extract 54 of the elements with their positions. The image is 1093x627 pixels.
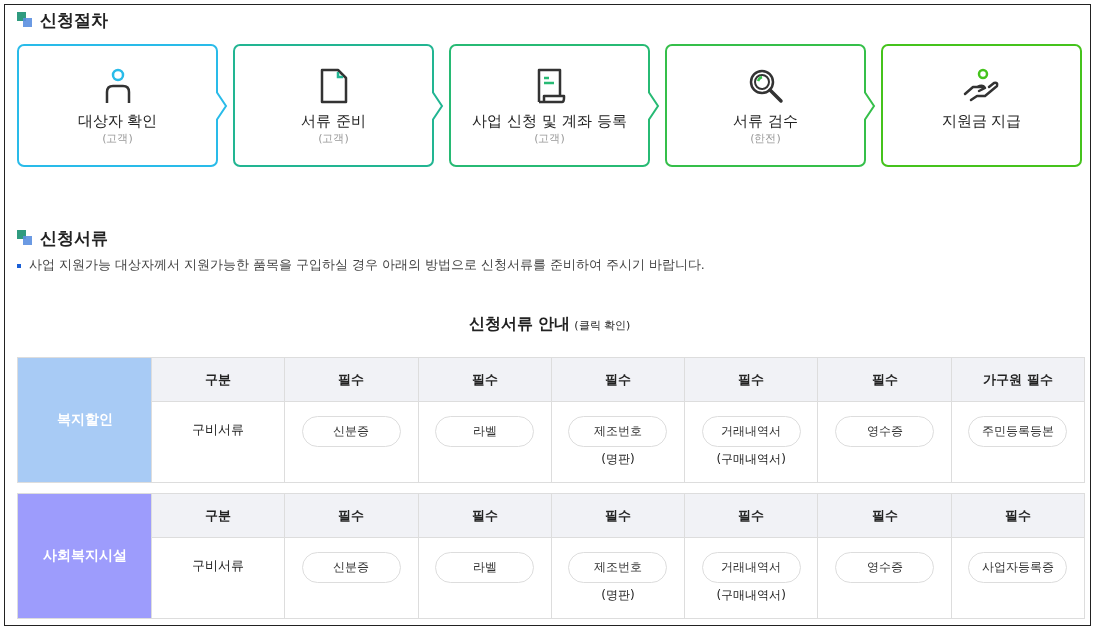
document-button[interactable]: 라벨 xyxy=(435,552,535,583)
document-button[interactable]: 신분증 xyxy=(301,416,401,447)
group-label-cell: 복지할인 xyxy=(18,358,151,482)
note-text: 사업 지원가능 대상자께서 지원가능한 품목을 구입하실 경우 아래의 방법으로 신청서류를 준비하여 주시기 바랍니다. xyxy=(29,257,705,274)
document-note: (구매내역서) xyxy=(716,587,786,604)
header-cell: 필수 xyxy=(284,358,418,402)
header-cell: 구분 xyxy=(151,358,285,402)
document-button[interactable]: 제조번호 xyxy=(568,552,668,583)
header-cell: 구분 xyxy=(151,494,285,538)
document-button[interactable]: 영수증 xyxy=(835,416,935,447)
search-icon xyxy=(747,68,784,104)
document-note: (명판) xyxy=(601,587,635,604)
group-label-cell: 사회복지시설 xyxy=(18,494,151,618)
section-bullet-icon xyxy=(17,230,33,246)
document-button[interactable]: 라벨 xyxy=(435,416,535,447)
header-cell: 필수 xyxy=(684,358,818,402)
header-cell: 필수 xyxy=(417,494,551,538)
header-cell: 필수 xyxy=(684,494,818,538)
document-button[interactable]: 거래내역서 xyxy=(701,416,801,447)
step-label: 지원금 지급 xyxy=(941,112,1022,131)
document-icon xyxy=(318,68,349,104)
section-bullet-icon xyxy=(17,12,33,28)
section-title: 신청서류 xyxy=(40,226,108,250)
header-cell: 필수 xyxy=(950,494,1084,538)
header-cell: 필수 xyxy=(817,494,951,538)
header-cell: 필수 xyxy=(284,494,418,538)
document-button[interactable]: 주민등록등본 xyxy=(968,416,1068,447)
document-button[interactable]: 거래내역서 xyxy=(701,552,801,583)
document-note: (명판) xyxy=(601,451,635,468)
document-button[interactable]: 영수증 xyxy=(835,552,935,583)
table-cell: 구비서류 xyxy=(151,402,285,482)
step-actor: (고객) xyxy=(102,131,133,146)
header-cell: 가구원 필수 xyxy=(950,358,1084,402)
step-actor: (고객) xyxy=(534,131,565,146)
document-button[interactable]: 사업자등록증 xyxy=(968,552,1068,583)
document-note: (구매내역서) xyxy=(716,451,786,468)
step-actor: (고객) xyxy=(318,131,349,146)
header-cell: 필수 xyxy=(550,358,685,402)
step-actor: (한전) xyxy=(750,131,781,146)
header-cell: 필수 xyxy=(417,358,551,402)
hand-coin-icon xyxy=(962,68,1001,104)
step-label: 서류 준비 xyxy=(301,112,366,131)
step-label: 대상자 확인 xyxy=(77,112,158,131)
guide-hint: (클릭 확인) xyxy=(574,318,631,333)
header-cell: 필수 xyxy=(550,494,685,538)
bullet-icon xyxy=(17,263,21,268)
section-title: 신청절차 xyxy=(40,8,108,32)
step-label: 서류 검수 xyxy=(733,112,798,131)
step-label: 사업 신청 및 계좌 등록 xyxy=(472,112,627,131)
document-button[interactable]: 제조번호 xyxy=(568,416,668,447)
guide-title: 신청서류 안내 xyxy=(468,314,571,335)
header-cell: 필수 xyxy=(817,358,951,402)
table-cell: 구비서류 xyxy=(151,538,285,618)
document-button[interactable]: 신분증 xyxy=(301,552,401,583)
